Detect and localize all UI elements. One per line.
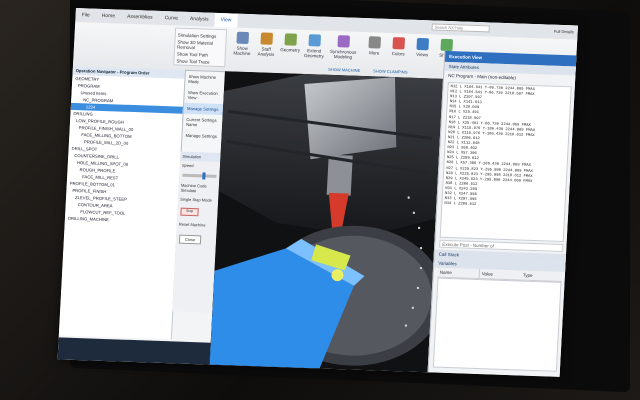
reset-machine-button[interactable]: Reset Machine [177, 220, 217, 230]
show-clamping-link[interactable]: SHOW CLAMPING [373, 68, 408, 74]
simulation-settings-group: Simulation Settings Show 3D Material Rem… [173, 27, 228, 68]
speed-label: Speed [181, 162, 194, 169]
tab-home[interactable]: Home [95, 9, 121, 24]
synchronous-modeling-button[interactable]: Synchronous Modeling [328, 35, 359, 60]
tab-assemblies[interactable]: Assemblies [121, 10, 159, 25]
palette-icon [392, 37, 406, 50]
column-value[interactable]: Value [480, 269, 521, 279]
tool-trace-checkbox[interactable]: Show Tool Trace [176, 59, 222, 66]
colors-button[interactable]: Colors [388, 37, 409, 57]
simulation-settings-title: Simulation Settings [177, 32, 217, 39]
menu-item[interactable]: Show Machine Mode [185, 71, 226, 88]
extend-geometry-button[interactable]: Extend Geometry [304, 34, 325, 59]
show-machine-link[interactable]: SHOW MACHINE [328, 67, 360, 73]
context-menu: Show Machine Mode Show Execution View Ma… [180, 69, 227, 158]
staff-analysis-button[interactable]: Staff Analysis [256, 32, 277, 57]
sync-icon [337, 35, 351, 48]
navigator-rows: GEOMETRY PROGRAM Unused Items NC_PROGRAM 123… [65, 75, 185, 226]
help-search-input[interactable]: Search NX Help [431, 23, 490, 33]
menu-item[interactable]: Show Execution View [184, 87, 225, 104]
slider-handle[interactable] [202, 172, 207, 180]
tab-view[interactable]: View [214, 12, 238, 28]
machine-scene [209, 71, 443, 373]
speed-slider[interactable] [182, 172, 217, 180]
variables-table [432, 277, 562, 372]
views-button[interactable]: Views [412, 37, 433, 58]
material-removal-checkbox[interactable]: Show 3D Material Removal [177, 40, 224, 52]
tab-analysis[interactable]: Analysis [184, 12, 215, 27]
photo-background: File Home Assemblies Curve Analysis View… [0, 0, 640, 400]
extend-icon [308, 34, 322, 47]
machine-icon [236, 31, 250, 45]
machine-simulation-viewport[interactable] [209, 71, 443, 373]
operation-navigator: Operation Navigator - Program Order GEOM… [58, 65, 186, 340]
execution-view-panel: Execution View State Attributes NC Progr… [427, 50, 578, 377]
geometry-icon [284, 33, 298, 46]
show-machine-button[interactable]: Show Machine [232, 31, 253, 56]
tool-path-checkbox[interactable]: Show Tool Path [177, 52, 223, 59]
sheets-icon [440, 38, 454, 52]
mode-select[interactable]: Machine Code Simulate [178, 181, 219, 196]
single-step-toggle[interactable]: Single Step Mode [178, 195, 218, 205]
stop-button[interactable]: Stop [180, 207, 199, 217]
monitor-screen: File Home Assemblies Curve Analysis View… [57, 8, 578, 377]
nc-program-listing[interactable]: N12 L X164.541 Y-86.739 2244.069 FMAX N12… [439, 81, 572, 243]
more-icon [368, 36, 382, 49]
more-button[interactable]: More [364, 36, 385, 56]
tab-file[interactable]: File [75, 8, 96, 23]
column-type[interactable]: Type [521, 271, 562, 281]
user-label[interactable]: Full Details [554, 29, 574, 35]
analysis-icon [260, 32, 274, 45]
menu-item[interactable]: Current Settings Name [183, 114, 224, 131]
views-icon [416, 37, 430, 51]
column-name[interactable]: Name [438, 268, 479, 278]
close-button[interactable]: Close [178, 234, 202, 245]
geometry-button[interactable]: Geometry [280, 33, 301, 53]
tab-curve[interactable]: Curve [158, 11, 184, 26]
menu-item[interactable]: Manage Settings [182, 130, 223, 142]
